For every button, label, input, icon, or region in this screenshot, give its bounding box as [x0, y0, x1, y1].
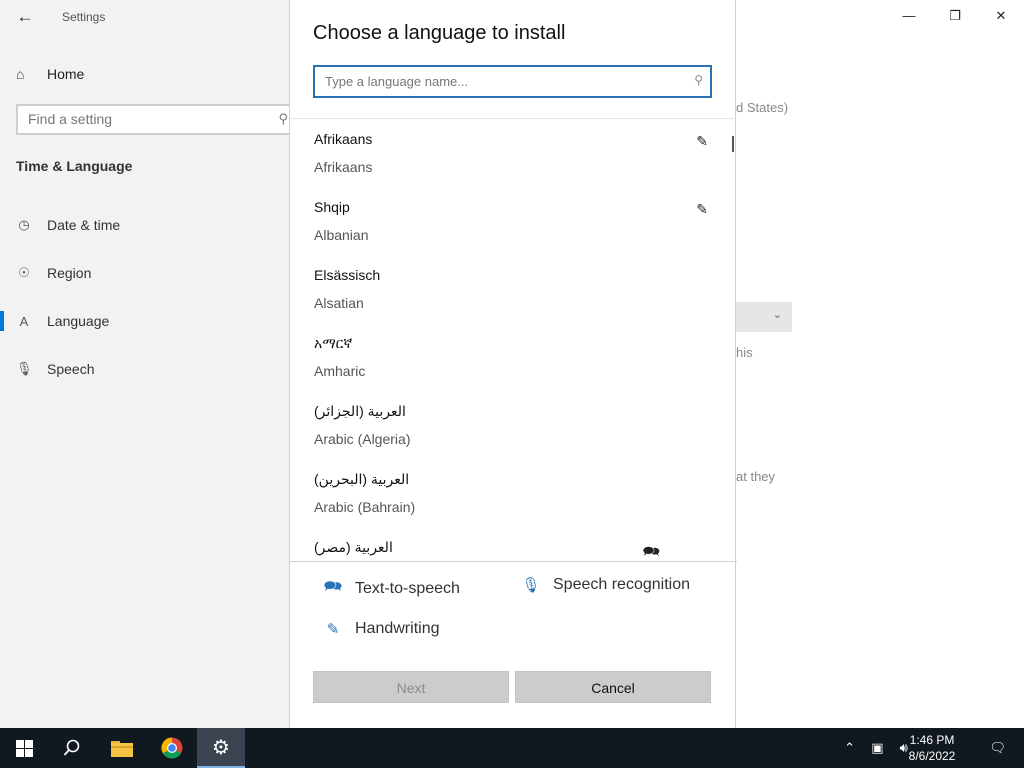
calendar-clock-icon: ◷	[18, 217, 30, 232]
text-to-speech-icon: 🗪︎	[323, 578, 343, 595]
language-list[interactable]: Afrikaans Afrikaans ✎ Shqip Albanian ✎ E…	[290, 119, 737, 561]
app-title: Settings	[62, 10, 106, 24]
search-icon: ⚲	[278, 111, 288, 126]
microphone-icon: 🎙︎	[521, 577, 541, 594]
clock-date: 8/6/2022	[908, 749, 956, 763]
language-native-name: አማርኛ	[314, 335, 353, 351]
sidebar-item-region[interactable]: ☉ Region	[16, 263, 91, 283]
scrollbar-thumb[interactable]	[732, 136, 734, 152]
sidebar-item-label: Date & time	[47, 217, 121, 233]
language-native-name: Shqip	[314, 199, 350, 215]
restore-icon[interactable]: ❐	[932, 0, 978, 32]
sidebar-item-language[interactable]: A​ Language	[16, 311, 110, 331]
divider	[290, 561, 737, 562]
settings-sidebar: ← Settings ⌂ Home Find a setting ⚲ Time …	[0, 0, 296, 728]
list-item[interactable]: Elsässisch Alsatian	[314, 255, 714, 323]
network-icon[interactable]: ▣	[871, 740, 883, 756]
language-native-name: العربية (مصر)	[314, 539, 393, 555]
search-placeholder: Type a language name...	[325, 74, 469, 89]
list-item[interactable]: العربية (مصر) 🗪︎	[314, 527, 714, 561]
language-english-name: Arabic (Bahrain)	[314, 499, 416, 515]
search-icon	[63, 739, 80, 756]
choose-language-dialog: Choose a language to install Type a lang…	[289, 0, 737, 728]
list-item[interactable]: العربية (البحرين) Arabic (Bahrain)	[314, 459, 714, 527]
search-icon: ⚲	[694, 73, 703, 87]
bg-text-fragment: at they	[736, 469, 776, 484]
start-button[interactable]	[0, 728, 48, 768]
next-button[interactable]: Next	[313, 671, 509, 703]
language-native-name: Afrikaans	[314, 131, 373, 147]
language-english-name: Amharic	[314, 363, 366, 379]
legend-speech-recognition: 🎙︎ Speech recognition	[521, 576, 690, 594]
taskbar-settings[interactable]: ⚙	[197, 728, 245, 768]
cancel-button[interactable]: Cancel	[515, 671, 711, 703]
windows-icon	[15, 739, 33, 757]
list-item[interactable]: Shqip Albanian ✎	[314, 187, 714, 255]
home-nav-item[interactable]: ⌂ Home	[16, 64, 84, 84]
language-english-name: Arabic (Algeria)	[314, 431, 411, 447]
folder-icon	[111, 741, 133, 757]
find-setting-input[interactable]: Find a setting ⚲	[16, 104, 296, 135]
back-arrow-icon[interactable]: ←	[14, 6, 36, 28]
section-title: Time & Language	[16, 158, 133, 174]
language-native-name: العربية (البحرين)	[314, 471, 410, 487]
dialog-title: Choose a language to install	[313, 22, 566, 44]
chrome-icon	[161, 737, 183, 759]
sidebar-item-speech[interactable]: 🎙︎ Speech	[16, 359, 94, 379]
home-label: Home	[47, 66, 85, 82]
active-indicator	[0, 311, 4, 331]
taskbar-file-explorer[interactable]	[98, 728, 146, 768]
clock-time: 1:46 PM	[909, 733, 955, 747]
language-native-name: Elsässisch	[314, 267, 381, 283]
sidebar-item-date-time[interactable]: ◷ Date & time	[16, 215, 120, 235]
legend-label: Handwriting	[355, 620, 440, 637]
chevron-up-icon[interactable]: ⌃	[844, 740, 855, 756]
notifications-icon[interactable]: 🗨︎	[989, 728, 1006, 768]
clock[interactable]: 1:46 PM 8/6/2022	[902, 732, 962, 764]
language-english-name: Afrikaans	[314, 159, 373, 175]
sidebar-item-label: Language	[47, 313, 110, 329]
language-icon: A​	[19, 313, 29, 329]
text-to-speech-icon: 🗪︎	[642, 543, 660, 559]
legend-text-to-speech: 🗪︎ Text-to-speech	[323, 576, 460, 601]
language-native-name: العربية (الجزائر)	[314, 403, 406, 419]
handwriting-icon: ✎	[696, 201, 708, 217]
legend-label: Speech recognition	[553, 576, 690, 593]
minimize-icon[interactable]: —	[886, 0, 932, 32]
microphone-icon: 🎙︎	[16, 361, 33, 376]
list-item[interactable]: Afrikaans Afrikaans ✎	[314, 119, 714, 187]
window-controls: — ❐ ✕	[886, 0, 1024, 32]
gear-icon: ⚙	[212, 736, 230, 759]
taskbar-search-button[interactable]	[48, 728, 96, 768]
handwriting-icon: ✎	[696, 133, 708, 149]
language-english-name: Alsatian	[314, 295, 364, 311]
close-icon[interactable]: ✕	[978, 0, 1024, 32]
legend-label: Text-to-speech	[355, 579, 460, 597]
sidebar-item-label: Region	[47, 265, 92, 281]
language-search-input[interactable]: Type a language name... ⚲	[313, 65, 712, 98]
home-icon: ⌂	[16, 66, 25, 82]
list-item[interactable]: العربية (الجزائر) Arabic (Algeria)	[314, 391, 714, 459]
taskbar-chrome[interactable]	[148, 728, 196, 768]
bg-text-fragment: his	[736, 345, 753, 360]
globe-icon: ☉	[18, 265, 30, 280]
legend-handwriting: ✎ Handwriting	[323, 620, 440, 638]
find-setting-placeholder: Find a setting	[28, 111, 113, 127]
handwriting-icon: ✎	[326, 621, 340, 638]
language-english-name: Albanian	[314, 227, 369, 243]
chevron-down-icon: ⌄	[772, 309, 782, 321]
list-item[interactable]: አማርኛ Amharic	[314, 323, 714, 391]
bg-text-fragment: d States)	[736, 100, 789, 115]
sidebar-item-label: Speech	[47, 361, 95, 377]
taskbar: ⚙ ⌃ ▣ 🔊︎ 1:46 PM 8/6/2022 🗨︎	[0, 728, 1024, 768]
bg-dropdown[interactable]: ⌄	[736, 302, 792, 332]
